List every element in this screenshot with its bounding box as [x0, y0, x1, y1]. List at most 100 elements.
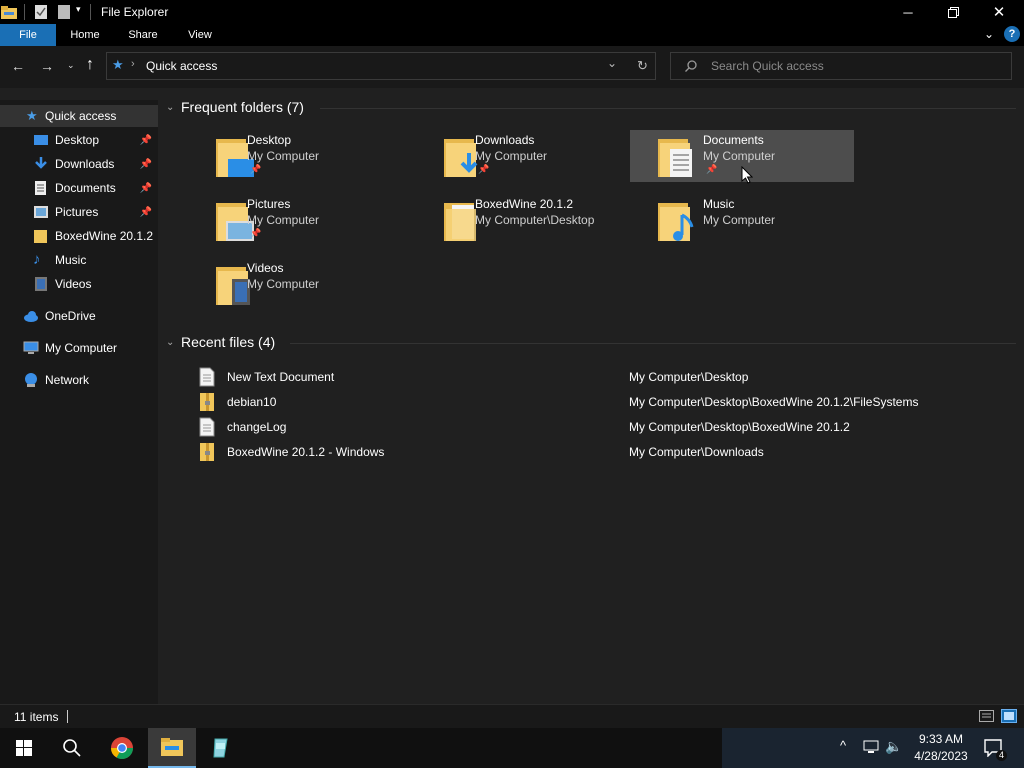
folder-tile[interactable]: Music My Computer	[630, 194, 854, 246]
large-icons-view-icon[interactable]	[1001, 709, 1017, 723]
search-taskbar-button[interactable]	[48, 728, 96, 768]
address-dropdown-chevron-icon[interactable]: ⌄	[607, 56, 617, 70]
sidebar-item-label: Network	[45, 373, 90, 387]
navigation-pane: ★ Quick access Desktop 📌 Downloads 📌 Doc…	[0, 100, 158, 704]
pin-icon: 📌	[706, 164, 718, 174]
sidebar-item-desktop[interactable]: Desktop 📌	[0, 129, 158, 151]
zip-file-icon	[200, 393, 214, 411]
recent-file-row[interactable]: New Text Document My Computer\Desktop	[196, 365, 1016, 389]
recent-file-row[interactable]: changeLog My Computer\Desktop\BoxedWine …	[196, 415, 1016, 439]
sidebar-item-label: BoxedWine 20.1.2	[55, 229, 154, 243]
text-file-icon	[199, 367, 215, 387]
sidebar-item-quick-access[interactable]: ★ Quick access	[0, 105, 158, 127]
folder-icon	[34, 230, 47, 243]
folder-app-icon	[0, 4, 18, 23]
folder-name: Documents	[703, 133, 764, 147]
close-button[interactable]: ✕	[976, 0, 1022, 24]
frequent-folders-header[interactable]: Frequent folders (7)	[181, 99, 304, 115]
sidebar-item-onedrive[interactable]: OneDrive	[0, 305, 158, 327]
folder-location: My Computer	[247, 277, 320, 291]
sidebar-item-label: Documents	[55, 181, 116, 195]
forward-arrow-icon[interactable]: →	[40, 58, 54, 74]
clock-time[interactable]: 9:33 AM	[912, 732, 970, 746]
sidebar-item-videos[interactable]: Videos	[0, 273, 158, 295]
divider	[290, 343, 1016, 344]
cloud-icon	[24, 311, 38, 322]
star-icon: ★	[26, 108, 38, 123]
pin-icon: 📌	[478, 164, 490, 174]
tab-home[interactable]: Home	[62, 24, 108, 46]
new-folder-icon[interactable]	[57, 4, 71, 23]
up-arrow-icon[interactable]: ↑	[86, 56, 94, 74]
notification-badge: 4	[996, 750, 1007, 761]
folder-location: My Computer	[703, 149, 776, 163]
folder-tile[interactable]: Downloads My Computer 📌	[402, 130, 626, 182]
folder-name: BoxedWine 20.1.2	[475, 197, 574, 211]
file-explorer-taskbar-button[interactable]	[148, 728, 196, 768]
restore-button[interactable]	[930, 0, 976, 24]
customize-toolbar-chevron-icon[interactable]: ▾	[76, 4, 81, 15]
file-path: My Computer\Desktop	[629, 370, 749, 384]
sidebar-item-my-computer[interactable]: My Computer	[0, 337, 158, 359]
refresh-icon[interactable]: ↻	[637, 58, 648, 74]
folder-location: My Computer\Desktop	[475, 213, 595, 227]
recent-locations-chevron-icon[interactable]: ⌄	[67, 60, 75, 71]
sidebar-item-boxedwine[interactable]: BoxedWine 20.1.2	[0, 225, 158, 247]
recent-file-row[interactable]: BoxedWine 20.1.2 - Windows My Computer\D…	[196, 440, 1016, 464]
sidebar-item-pictures[interactable]: Pictures 📌	[0, 201, 158, 223]
folder-name: Desktop	[247, 133, 292, 147]
pin-icon: 📌	[139, 182, 152, 194]
folder-name: Videos	[247, 261, 284, 275]
divider	[320, 108, 1016, 109]
collapse-chevron-icon[interactable]: ⌄	[166, 337, 174, 348]
recent-files-header[interactable]: Recent files (4)	[181, 334, 275, 350]
expand-ribbon-chevron-icon[interactable]: ⌄	[984, 27, 994, 41]
tab-view[interactable]: View	[178, 24, 222, 46]
folder-name: Downloads	[475, 133, 535, 147]
minimize-button[interactable]: ─	[885, 0, 931, 24]
folder-name: Music	[703, 197, 735, 211]
folder-tile[interactable]: Desktop My Computer 📌	[174, 130, 398, 182]
sidebar-item-documents[interactable]: Documents 📌	[0, 177, 158, 199]
folder-location: My Computer	[247, 213, 320, 227]
download-icon	[35, 157, 47, 169]
properties-icon[interactable]	[34, 4, 48, 23]
quick-access-star-icon: ★	[112, 57, 124, 72]
recent-file-row[interactable]: debian10 My Computer\Desktop\BoxedWine 2…	[196, 390, 1016, 414]
network-icon	[25, 373, 37, 387]
sidebar-item-label: Quick access	[45, 109, 117, 123]
tab-file[interactable]: File	[0, 24, 56, 46]
file-name: New Text Document	[227, 370, 335, 384]
sidebar-item-network[interactable]: Network	[0, 369, 158, 391]
ribbon: File Home Share View ⌄ ?	[0, 24, 1024, 46]
zip-file-icon	[200, 443, 214, 461]
folder-tile[interactable]: Pictures My Computer 📌	[174, 194, 398, 246]
network-status-icon[interactable]	[863, 740, 879, 754]
pin-icon: 📌	[250, 164, 262, 174]
sidebar-item-label: Videos	[55, 277, 92, 291]
system-tray: ^ 🔈 9:33 AM 4/28/2023 4	[722, 728, 1024, 768]
tab-share[interactable]: Share	[120, 24, 166, 46]
boxedwine-taskbar-button[interactable]	[196, 728, 244, 768]
search-box[interactable]: Search Quick access	[670, 52, 1012, 80]
details-view-icon[interactable]	[979, 710, 994, 722]
back-arrow-icon[interactable]: ←	[11, 58, 25, 74]
collapse-chevron-icon[interactable]: ⌄	[166, 102, 174, 113]
restore-icon	[947, 6, 959, 18]
status-bar: 11 items	[0, 704, 1024, 728]
folder-tile[interactable]: Videos My Computer	[174, 258, 398, 310]
clock-date[interactable]: 4/28/2023	[910, 749, 972, 763]
divider	[90, 4, 91, 20]
sidebar-item-label: OneDrive	[45, 309, 96, 323]
folder-tile[interactable]: BoxedWine 20.1.2 My Computer\Desktop	[402, 194, 626, 246]
volume-icon[interactable]: 🔈	[885, 738, 902, 755]
folder-location: My Computer	[703, 213, 776, 227]
breadcrumb-quick-access[interactable]: Quick access	[146, 59, 217, 73]
help-icon[interactable]: ?	[1004, 26, 1020, 42]
sidebar-item-music[interactable]: ♪ Music	[0, 249, 158, 271]
show-hidden-icons-chevron-icon[interactable]: ^	[840, 738, 846, 753]
start-button[interactable]	[0, 728, 48, 768]
sidebar-item-downloads[interactable]: Downloads 📌	[0, 153, 158, 175]
address-bar[interactable]: ★ › Quick access ⌄ ↻	[106, 52, 656, 80]
chrome-taskbar-button[interactable]	[98, 728, 146, 768]
